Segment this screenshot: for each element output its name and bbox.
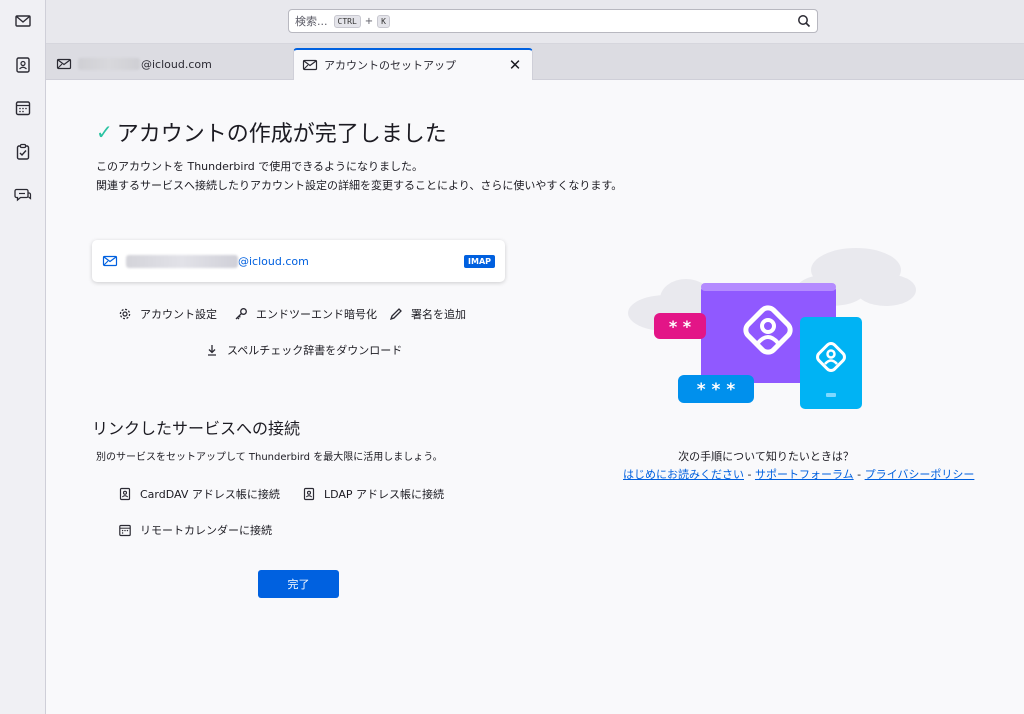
description-line-1: このアカウントを Thunderbird で使用できるようになりました。 bbox=[96, 160, 424, 173]
tab-label: @icloud.com bbox=[141, 57, 212, 71]
unified-toolbar: 検索... CTRL + K bbox=[46, 0, 1024, 44]
connect-ldap-label: LDAP アドレス帳に接続 bbox=[324, 488, 445, 501]
redacted-username bbox=[126, 254, 238, 268]
connect-calendar-label: リモートカレンダーに接続 bbox=[140, 524, 272, 537]
support-forum-link[interactable]: サポートフォーラム bbox=[755, 468, 854, 481]
account-settings-label: アカウント設定 bbox=[140, 308, 217, 321]
svg-text:* *: * * bbox=[669, 317, 692, 336]
gear-icon bbox=[118, 307, 132, 321]
address-book-icon bbox=[118, 487, 132, 501]
mail-icon[interactable] bbox=[13, 11, 33, 31]
chat-icon[interactable] bbox=[13, 185, 33, 205]
page-title: ✓ アカウントの作成が完了しました bbox=[96, 116, 447, 148]
connect-ldap-button[interactable]: LDAP アドレス帳に接続 bbox=[302, 486, 444, 502]
account-email: @icloud.com bbox=[238, 254, 309, 268]
help-links: はじめにお読みください - サポートフォーラム - プライバシーポリシー bbox=[623, 466, 974, 482]
tasks-icon[interactable] bbox=[13, 142, 33, 162]
e2e-encryption-label: エンドツーエンド暗号化 bbox=[256, 308, 377, 321]
search-placeholder: 検索... bbox=[295, 15, 328, 28]
shortcut-plus: + bbox=[364, 15, 374, 27]
check-icon: ✓ bbox=[96, 120, 113, 144]
mail-account-icon bbox=[56, 56, 72, 72]
done-button[interactable]: 完了 bbox=[258, 570, 339, 598]
download-dictionary-button[interactable]: スペルチェック辞書をダウンロード bbox=[205, 342, 402, 358]
account-illustration: * * * * * bbox=[628, 248, 916, 409]
tab-account-setup[interactable]: アカウントのセットアップ ✕ bbox=[293, 48, 533, 80]
link-separator: - bbox=[744, 468, 755, 481]
address-book-icon[interactable] bbox=[13, 55, 33, 75]
e2e-encryption-button[interactable]: エンドツーエンド暗号化 bbox=[234, 306, 377, 322]
pen-icon bbox=[389, 307, 403, 321]
mail-account-icon bbox=[102, 255, 118, 267]
svg-text:* * *: * * * bbox=[697, 380, 736, 400]
linked-services-description: 別のサービスをセットアップして Thunderbird を最大限に活用しましょう… bbox=[96, 452, 443, 463]
close-icon[interactable]: ✕ bbox=[508, 58, 522, 73]
add-signature-label: 署名を追加 bbox=[411, 308, 466, 321]
account-type-badge: IMAP bbox=[464, 255, 495, 268]
download-dictionary-label: スペルチェック辞書をダウンロード bbox=[227, 344, 403, 357]
tab-strip: @icloud.com アカウントのセットアップ ✕ bbox=[46, 44, 1024, 80]
shortcut-key-k: K bbox=[377, 14, 390, 28]
connect-carddav-label: CardDAV アドレス帳に接続 bbox=[140, 488, 280, 501]
account-card: @icloud.com IMAP bbox=[92, 240, 505, 282]
title-text: アカウントの作成が完了しました bbox=[116, 122, 447, 147]
redacted-username bbox=[78, 58, 140, 70]
key-icon bbox=[234, 307, 248, 321]
next-steps-question: 次の手順について知りたいときは？ bbox=[678, 450, 854, 463]
add-signature-button[interactable]: 署名を追加 bbox=[389, 306, 466, 322]
spaces-toolbar bbox=[0, 0, 46, 714]
calendar-icon[interactable] bbox=[13, 98, 33, 118]
account-settings-button[interactable]: アカウント設定 bbox=[118, 306, 217, 322]
address-book-icon bbox=[302, 487, 316, 501]
connect-calendar-button[interactable]: リモートカレンダーに接続 bbox=[118, 522, 272, 538]
search-icon[interactable] bbox=[797, 14, 811, 28]
download-icon bbox=[205, 343, 219, 357]
readme-link[interactable]: はじめにお読みください bbox=[623, 468, 744, 481]
calendar-icon bbox=[118, 523, 132, 537]
description-line-2: 関連するサービスへ接続したりアカウント設定の詳細を変更することにより、さらに使い… bbox=[96, 179, 623, 192]
tab-mail-account[interactable]: @icloud.com bbox=[56, 48, 288, 80]
link-separator: - bbox=[853, 468, 865, 481]
connect-carddav-button[interactable]: CardDAV アドレス帳に接続 bbox=[118, 486, 280, 502]
mail-account-icon bbox=[302, 57, 318, 73]
linked-services-heading: リンクしたサービスへの接続 bbox=[92, 419, 301, 438]
privacy-policy-link[interactable]: プライバシーポリシー bbox=[865, 468, 975, 481]
shortcut-key-ctrl: CTRL bbox=[333, 14, 361, 28]
tab-label: アカウントのセットアップ bbox=[324, 59, 456, 72]
search-input[interactable]: 検索... CTRL + K bbox=[288, 9, 818, 33]
account-hub-content: ✓ アカウントの作成が完了しました このアカウントを Thunderbird で… bbox=[46, 80, 1024, 714]
